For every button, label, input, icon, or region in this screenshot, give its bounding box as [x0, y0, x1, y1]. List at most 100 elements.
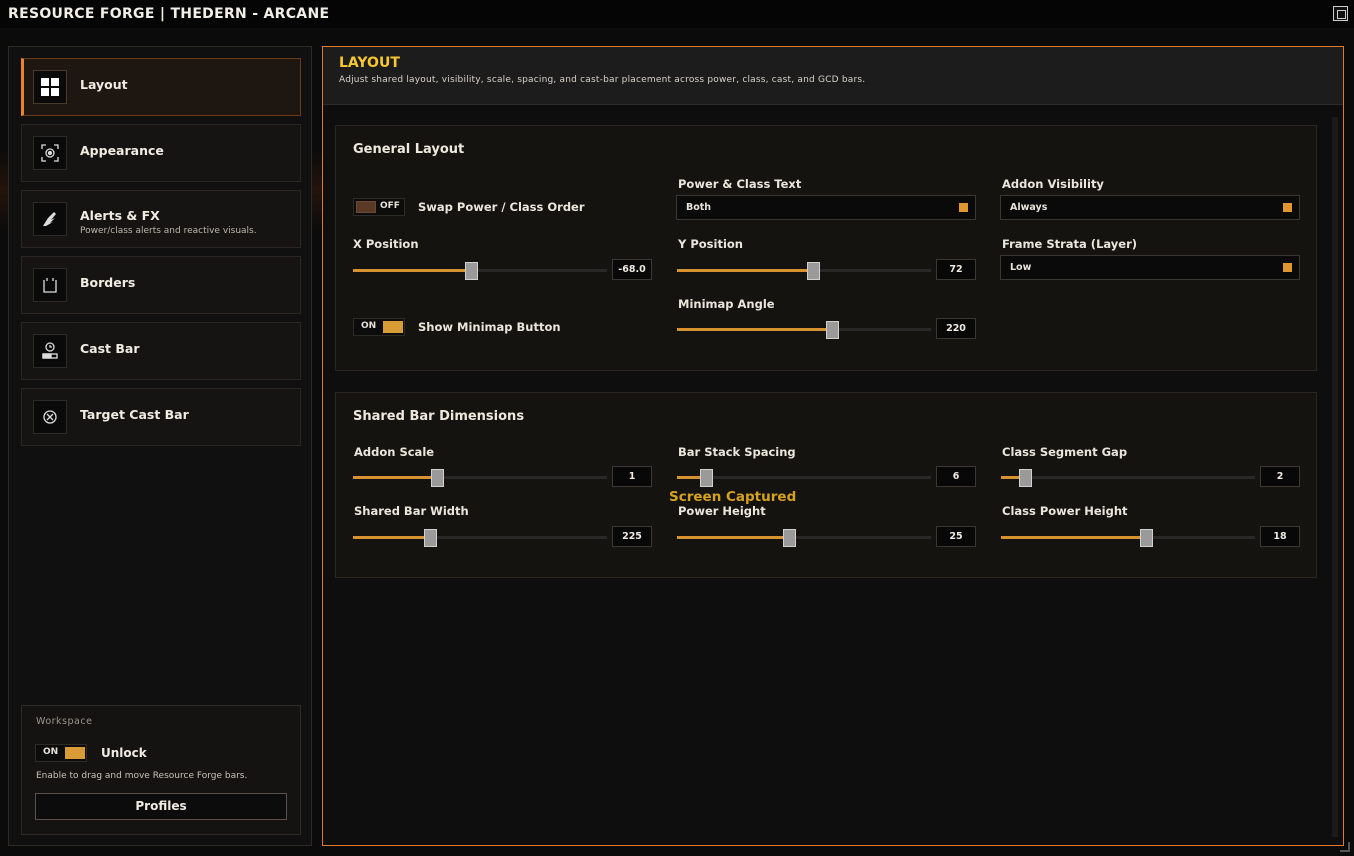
slider-track	[1001, 536, 1255, 539]
dropdown-arrow-icon	[1283, 263, 1292, 272]
toggle-knob	[383, 321, 403, 333]
slider-value[interactable]: 225	[612, 526, 652, 547]
page-header: LAYOUT Adjust shared layout, visibility,…	[323, 47, 1343, 105]
slider-fill	[677, 536, 789, 539]
border-icon	[33, 268, 67, 302]
shared-bar-width-label: Shared Bar Width	[354, 504, 469, 518]
unlock-toggle[interactable]: ON	[35, 744, 87, 762]
swap-order-label: Swap Power / Class Order	[418, 200, 585, 214]
sidebar-item-label: Target Cast Bar	[80, 407, 189, 422]
slider-value[interactable]: -68.0	[612, 259, 652, 280]
dropdown-value: Always	[1010, 202, 1048, 213]
toggle-knob	[356, 201, 376, 213]
slider-value[interactable]: 25	[936, 526, 976, 547]
unlock-label: Unlock	[101, 746, 147, 760]
swap-order-toggle[interactable]: OFF	[353, 198, 405, 216]
sidebar-item-label: Layout	[80, 77, 128, 92]
general-layout-section: General Layout OFF Swap Power / Class Or…	[335, 125, 1317, 371]
slider-value[interactable]: 2	[1260, 466, 1300, 487]
slider-fill	[353, 269, 471, 272]
dropdown-arrow-icon	[959, 203, 968, 212]
slider-thumb[interactable]	[1019, 469, 1032, 487]
dropdown-arrow-icon	[1283, 203, 1292, 212]
slider-thumb[interactable]	[431, 469, 444, 487]
workspace-title: Workspace	[36, 716, 93, 727]
slider-value[interactable]: 18	[1260, 526, 1300, 547]
slider-value[interactable]: 1	[612, 466, 652, 487]
slider-track	[353, 536, 607, 539]
sidebar-item-target-cast-bar[interactable]: Target Cast Bar	[21, 388, 301, 446]
class-segment-gap-label: Class Segment Gap	[1002, 445, 1128, 459]
cast-bar-icon	[33, 334, 67, 368]
slider-value[interactable]: 72	[936, 259, 976, 280]
power-class-text-label: Power & Class Text	[678, 177, 802, 191]
slider-thumb[interactable]	[700, 469, 713, 487]
appearance-icon	[33, 136, 67, 170]
addon-scale-slider[interactable]: 1	[353, 466, 653, 490]
power-height-slider[interactable]: 25	[677, 526, 977, 550]
y-position-label: Y Position	[678, 237, 743, 251]
frame-strata-label: Frame Strata (Layer)	[1002, 237, 1138, 251]
sidebar-item-alerts-fx[interactable]: Alerts & FX Power/class alerts and react…	[21, 190, 301, 248]
page-subtitle: Adjust shared layout, visibility, scale,…	[339, 75, 866, 85]
shared-dimensions-section: Shared Bar Dimensions Addon Scale 1 Bar …	[335, 392, 1317, 578]
slider-track	[1001, 476, 1255, 479]
window-title: RESOURCE FORGE | THEDERN - ARCANE	[8, 6, 330, 22]
slider-fill	[677, 269, 813, 272]
bar-stack-spacing-label: Bar Stack Spacing	[678, 445, 796, 459]
scrollbar[interactable]	[1332, 117, 1338, 837]
addon-scale-label: Addon Scale	[354, 445, 435, 459]
profiles-button[interactable]: Profiles	[35, 793, 287, 820]
addon-visibility-dropdown[interactable]: Always	[1000, 195, 1300, 220]
addon-visibility-label: Addon Visibility	[1002, 177, 1104, 191]
minimap-angle-slider[interactable]: 220	[677, 318, 977, 342]
slider-thumb[interactable]	[826, 321, 839, 339]
sidebar-item-layout[interactable]: Layout	[21, 58, 301, 116]
section-title: General Layout	[353, 142, 465, 157]
slider-fill	[677, 328, 832, 331]
sidebar-item-cast-bar[interactable]: Cast Bar	[21, 322, 301, 380]
sidebar-item-label: Alerts & FX	[80, 208, 160, 223]
sidebar-item-label: Borders	[80, 275, 136, 290]
grid-icon	[33, 70, 67, 104]
minimap-angle-label: Minimap Angle	[678, 297, 775, 311]
sidebar-item-subtitle: Power/class alerts and reactive visuals.	[80, 226, 257, 236]
bar-stack-spacing-slider[interactable]: 6	[677, 466, 977, 490]
resize-grip-icon[interactable]	[1340, 842, 1350, 852]
slider-thumb[interactable]	[783, 529, 796, 547]
shared-bar-width-slider[interactable]: 225	[353, 526, 653, 550]
slider-track	[677, 269, 931, 272]
target-icon	[33, 400, 67, 434]
minimap-button-toggle[interactable]: ON	[353, 318, 405, 336]
class-power-height-slider[interactable]: 18	[1001, 526, 1301, 550]
dropdown-value: Both	[686, 202, 712, 213]
slider-track	[353, 476, 607, 479]
toggle-knob	[65, 747, 85, 759]
slider-thumb[interactable]	[424, 529, 437, 547]
power-class-text-dropdown[interactable]: Both	[676, 195, 976, 220]
power-height-label: Power Height	[678, 504, 766, 518]
slider-fill	[1001, 536, 1146, 539]
slider-thumb[interactable]	[465, 262, 478, 280]
title-bar: RESOURCE FORGE | THEDERN - ARCANE	[0, 0, 1354, 28]
workspace-panel: Workspace ON Unlock Enable to drag and m…	[21, 705, 301, 835]
class-segment-gap-slider[interactable]: 2	[1001, 466, 1301, 490]
frame-strata-dropdown[interactable]: Low	[1000, 255, 1300, 280]
maximize-icon[interactable]	[1333, 6, 1348, 21]
slider-fill	[353, 536, 430, 539]
sidebar-item-appearance[interactable]: Appearance	[21, 124, 301, 182]
x-position-slider[interactable]: -68.0	[353, 259, 653, 283]
slider-track	[677, 536, 931, 539]
sidebar-item-borders[interactable]: Borders	[21, 256, 301, 314]
page-title: LAYOUT	[339, 55, 400, 71]
slider-value[interactable]: 6	[936, 466, 976, 487]
class-power-height-label: Class Power Height	[1002, 504, 1128, 518]
slider-thumb[interactable]	[807, 262, 820, 280]
slider-track	[353, 269, 607, 272]
sidebar-item-label: Cast Bar	[80, 341, 140, 356]
slider-thumb[interactable]	[1140, 529, 1153, 547]
slider-track	[677, 476, 931, 479]
slider-fill	[353, 476, 437, 479]
y-position-slider[interactable]: 72	[677, 259, 977, 283]
slider-value[interactable]: 220	[936, 318, 976, 339]
